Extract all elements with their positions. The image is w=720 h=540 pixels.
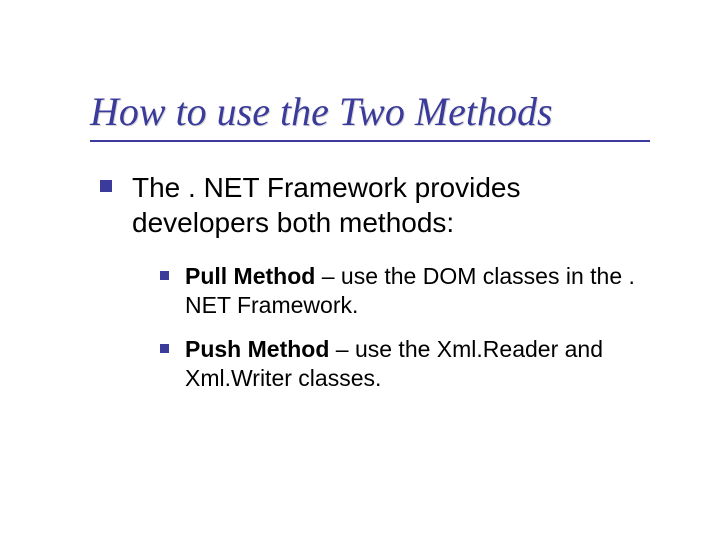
slide: How to use the Two Methods The . NET Fra… [0,0,720,540]
bullet-level2: Push Method – use the Xml.Reader and Xml… [160,335,660,394]
sub-bullet-group: Pull Method – use the DOM classes in the… [160,262,660,394]
title-underline [90,140,650,142]
sub-point-text: Pull Method – use the DOM classes in the… [185,262,660,321]
bullet-level2: Pull Method – use the DOM classes in the… [160,262,660,321]
slide-title: How to use the Two Methods [90,90,660,134]
square-bullet-icon [100,180,112,192]
main-point-text: The . NET Framework provides developers … [132,170,660,240]
sub-point-text: Push Method – use the Xml.Reader and Xml… [185,335,660,394]
sub-point-label: Pull Method [185,263,315,289]
bullet-level1: The . NET Framework provides developers … [100,170,660,240]
square-bullet-icon [160,271,169,280]
sub-point-label: Push Method [185,336,329,362]
square-bullet-icon [160,344,169,353]
